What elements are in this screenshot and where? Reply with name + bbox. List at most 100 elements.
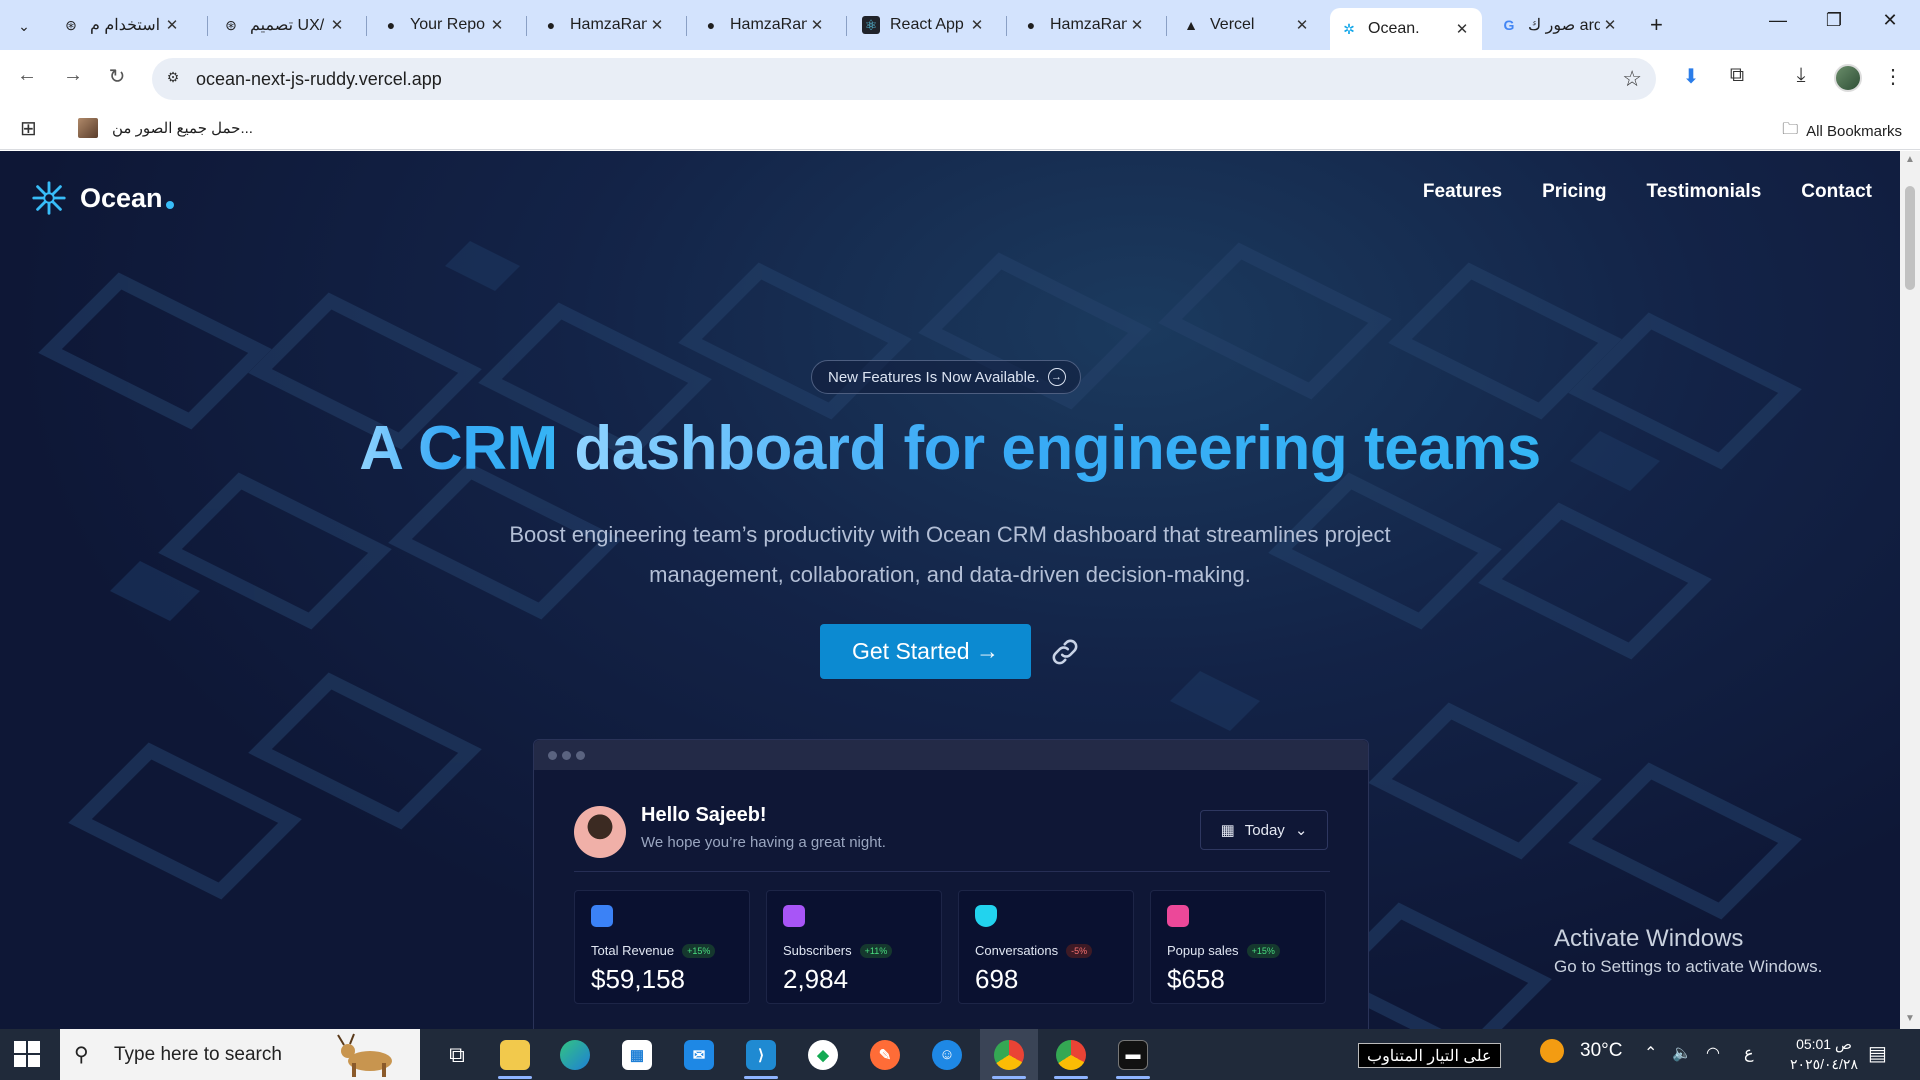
site-info-icon[interactable]: ⚙ bbox=[162, 69, 184, 89]
browser-tab-active[interactable]: ✲ Ocean. ✕ bbox=[1330, 8, 1482, 50]
close-icon[interactable]: ✕ bbox=[162, 16, 182, 34]
browser-tab[interactable]: ● Your Repo ✕ bbox=[372, 8, 517, 42]
browser-tab[interactable]: ● HamzaRan ✕ bbox=[692, 8, 837, 42]
hero-title-part2: dashboard for engineering teams bbox=[574, 414, 1541, 483]
nav-link-testimonials[interactable]: Testimonials bbox=[1647, 181, 1762, 203]
file-explorer-icon[interactable] bbox=[486, 1029, 544, 1080]
downloader-extension-icon[interactable]: ⬇ bbox=[1676, 64, 1706, 94]
postman-icon[interactable]: ✎ bbox=[856, 1029, 914, 1080]
nav-link-features[interactable]: Features bbox=[1423, 181, 1502, 203]
windows-taskbar: ⚲ Type here to search ⧉ ▦ ✉ ⟩ ◆ ✎ ☺ ▬ عل… bbox=[0, 1029, 1920, 1080]
close-icon[interactable]: ✕ bbox=[647, 16, 667, 34]
close-icon[interactable]: ✕ bbox=[487, 16, 507, 34]
bookmark-star-icon[interactable]: ☆ bbox=[1622, 66, 1642, 92]
wifi-icon[interactable]: ◠ bbox=[1706, 1043, 1720, 1063]
close-icon[interactable]: ✕ bbox=[967, 16, 987, 34]
date-filter-dropdown[interactable]: ▦ Today ⌄ bbox=[1200, 810, 1328, 850]
stat-card-conversations: Conversations -5% 698 bbox=[958, 890, 1134, 1004]
stat-card-subscribers: Subscribers +11% 2,984 bbox=[766, 890, 942, 1004]
more-menu-icon[interactable]: ⋮ bbox=[1878, 64, 1908, 94]
stat-change-badge: -5% bbox=[1066, 943, 1093, 958]
new-tab-plus-icon[interactable]: + bbox=[1650, 12, 1663, 38]
browser-tab[interactable]: G صور ك ard ✕ bbox=[1490, 8, 1630, 42]
date-filter-value: Today bbox=[1244, 821, 1285, 839]
stat-change-badge: +15% bbox=[1246, 943, 1280, 958]
all-bookmarks[interactable]: 🗀 All Bookmarks bbox=[1782, 118, 1902, 145]
notifications-icon[interactable]: ▤ bbox=[1868, 1041, 1887, 1066]
vscode-icon[interactable]: ⟩ bbox=[732, 1029, 790, 1080]
activate-windows-watermark: Activate Windows Go to Settings to activ… bbox=[1554, 925, 1822, 977]
windows-start-icon[interactable] bbox=[14, 1041, 40, 1067]
brand-name: Ocean bbox=[80, 182, 163, 213]
url-text[interactable]: ocean-next-js-ruddy.vercel.app bbox=[196, 69, 442, 90]
bookmark-thumbnail bbox=[78, 118, 98, 138]
language-indicator[interactable]: ع bbox=[1744, 1043, 1754, 1063]
news-widget[interactable]: على التيار المتناوب bbox=[1358, 1043, 1501, 1068]
close-icon[interactable]: ✕ bbox=[1452, 20, 1472, 38]
browser-tab[interactable]: ⊛ تصميم UX/ ✕ bbox=[212, 8, 357, 42]
vercel-icon: ▲ bbox=[1184, 17, 1198, 33]
forward-arrow-icon[interactable]: → bbox=[58, 64, 88, 87]
discord-like-app-icon[interactable]: ☺ bbox=[918, 1029, 976, 1080]
tab-search-chevron-icon[interactable]: ⌄ bbox=[8, 10, 40, 42]
close-icon[interactable]: ✕ bbox=[1292, 16, 1312, 34]
close-icon[interactable]: ✕ bbox=[1600, 16, 1620, 34]
address-bar[interactable]: ⚙ ocean-next-js-ruddy.vercel.app ☆ bbox=[152, 58, 1656, 100]
task-view-icon[interactable]: ⧉ bbox=[428, 1029, 486, 1080]
close-icon[interactable]: ✕ bbox=[807, 16, 827, 34]
mongodb-compass-icon[interactable]: ◆ bbox=[794, 1029, 852, 1080]
profile-avatar[interactable] bbox=[1834, 64, 1862, 92]
browser-toolbar: ← → ↻ ⚙ ocean-next-js-ruddy.vercel.app ☆… bbox=[0, 50, 1920, 108]
back-arrow-icon[interactable]: ← bbox=[12, 64, 42, 87]
scrollbar-thumb[interactable] bbox=[1905, 186, 1915, 290]
close-icon[interactable]: ✕ bbox=[1127, 16, 1147, 34]
nav-link-contact[interactable]: Contact bbox=[1801, 181, 1872, 203]
tab-separator bbox=[686, 16, 687, 36]
announcement-pill[interactable]: New Features Is Now Available. → bbox=[811, 360, 1081, 394]
divider bbox=[574, 871, 1330, 872]
nav-link-pricing[interactable]: Pricing bbox=[1542, 181, 1606, 203]
close-icon[interactable]: ✕ bbox=[327, 16, 347, 34]
chrome-profile-icon[interactable] bbox=[1042, 1029, 1100, 1080]
browser-tab[interactable]: ● HamzaRan ✕ bbox=[532, 8, 677, 42]
search-icon: ⚲ bbox=[74, 1044, 89, 1066]
clock-time: 05:01 ص bbox=[1796, 1036, 1852, 1052]
taskbar-search[interactable]: ⚲ Type here to search bbox=[60, 1029, 420, 1080]
browser-tab[interactable]: ▲ Vercel ✕ bbox=[1172, 8, 1322, 42]
terminal-icon[interactable]: ▬ bbox=[1104, 1029, 1162, 1080]
apps-grid-icon[interactable]: ⊞ bbox=[20, 116, 37, 141]
chrome-icon[interactable] bbox=[980, 1029, 1038, 1080]
mail-icon[interactable]: ✉ bbox=[670, 1029, 728, 1080]
volume-icon[interactable]: 🔈 bbox=[1672, 1043, 1692, 1063]
announcement-text: New Features Is Now Available. bbox=[828, 368, 1040, 386]
github-icon: ● bbox=[706, 17, 716, 33]
tab-separator bbox=[846, 16, 847, 36]
tray-chevron-up-icon[interactable]: ⌃ bbox=[1644, 1043, 1657, 1063]
github-icon: ● bbox=[386, 17, 396, 33]
extensions-puzzle-icon[interactable]: ⧉ bbox=[1722, 64, 1752, 94]
microsoft-store-icon[interactable]: ▦ bbox=[608, 1029, 666, 1080]
window-close-icon[interactable]: ✕ bbox=[1870, 10, 1910, 31]
browser-tab[interactable]: ⊛ استخدام م ✕ bbox=[52, 8, 192, 42]
tab-title: تصميم UX/ bbox=[250, 17, 325, 34]
restore-icon[interactable]: ❐ bbox=[1814, 10, 1854, 31]
edge-icon[interactable] bbox=[546, 1029, 604, 1080]
bookmark-item[interactable]: حمل جميع الصور من... bbox=[78, 118, 253, 138]
minimize-icon[interactable]: — bbox=[1758, 10, 1798, 31]
scroll-down-icon[interactable]: ▼ bbox=[1904, 1013, 1916, 1024]
tab-separator bbox=[1166, 16, 1167, 36]
reload-icon[interactable]: ↻ bbox=[102, 64, 132, 89]
browser-tab[interactable]: ⚛ React App ✕ bbox=[852, 8, 997, 42]
downloads-icon[interactable]: ⤓ bbox=[1786, 64, 1816, 94]
tab-title: HamzaRan bbox=[1050, 16, 1127, 33]
weather-widget[interactable]: 30°C bbox=[1540, 1039, 1622, 1063]
scroll-up-icon[interactable]: ▲ bbox=[1904, 154, 1916, 165]
document-icon bbox=[783, 905, 805, 927]
clock[interactable]: 05:01 ص ٢٠٢٥/٠٤/٢٨ bbox=[1776, 1034, 1872, 1074]
browser-tab[interactable]: ● HamzaRan ✕ bbox=[1012, 8, 1157, 42]
tab-separator bbox=[526, 16, 527, 36]
link-icon[interactable] bbox=[1048, 635, 1082, 669]
ocean-logo[interactable]: Ocean bbox=[30, 179, 174, 217]
get-started-button[interactable]: Get Started → bbox=[820, 624, 1031, 679]
sun-icon bbox=[1540, 1039, 1564, 1063]
